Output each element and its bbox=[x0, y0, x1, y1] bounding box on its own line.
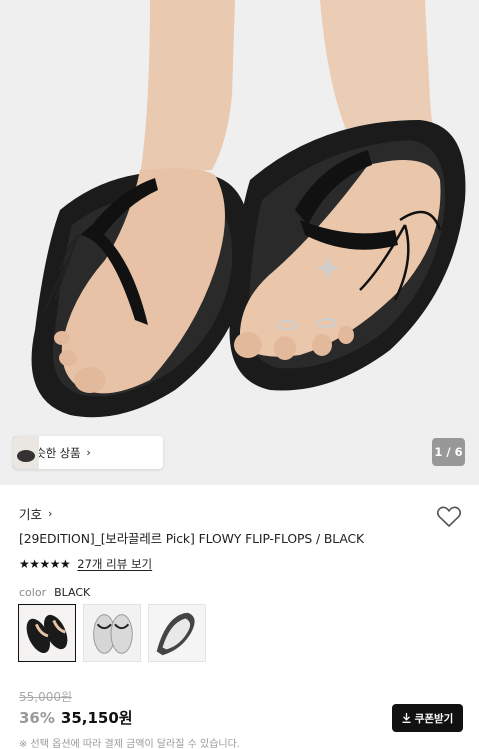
similar-products-button[interactable]: 비슷한 상품 › bbox=[13, 436, 163, 469]
chevron-right-icon: › bbox=[86, 446, 91, 459]
color-value: BLACK bbox=[54, 586, 91, 599]
product-title: [29EDITION]_[보라끌레르 Pick] FLOWY FLIP-FLOP… bbox=[19, 531, 365, 546]
product-photo bbox=[0, 0, 479, 485]
product-image[interactable]: 비슷한 상품 › 1 / 6 bbox=[0, 0, 479, 485]
chevron-right-icon: › bbox=[48, 507, 53, 520]
swatch-white[interactable] bbox=[83, 604, 141, 662]
brand-link[interactable]: 기호 › bbox=[19, 504, 52, 523]
review-link[interactable]: 27개 리뷰 보기 bbox=[77, 556, 152, 572]
color-swatches bbox=[18, 604, 206, 662]
rating-row: ★★★★★ 27개 리뷰 보기 bbox=[19, 556, 152, 572]
image-page-counter: 1 / 6 bbox=[432, 438, 465, 466]
similar-thumb-2 bbox=[13, 436, 39, 469]
star-rating: ★★★★★ bbox=[19, 557, 71, 571]
discount-rate: 36% bbox=[19, 709, 55, 727]
color-label: color bbox=[19, 586, 47, 599]
brand-name: 기호 bbox=[19, 507, 43, 522]
swatch-white-gray[interactable] bbox=[148, 604, 206, 662]
price-note: ※ 선택 옵션에 따라 결제 금액이 달라질 수 있습니다. bbox=[19, 739, 240, 749]
sale-price: 35,150원 bbox=[60, 709, 133, 727]
coupon-label: 쿠폰받기 bbox=[414, 712, 454, 725]
price-row: 36% 35,150원 bbox=[19, 707, 133, 728]
swatch-black[interactable] bbox=[18, 604, 76, 662]
original-price: 55,000원 bbox=[19, 690, 73, 704]
heart-outline-icon[interactable] bbox=[436, 505, 462, 529]
color-option: color BLACK bbox=[19, 586, 90, 599]
download-icon bbox=[402, 713, 411, 723]
coupon-button[interactable]: 쿠폰받기 bbox=[392, 704, 463, 732]
